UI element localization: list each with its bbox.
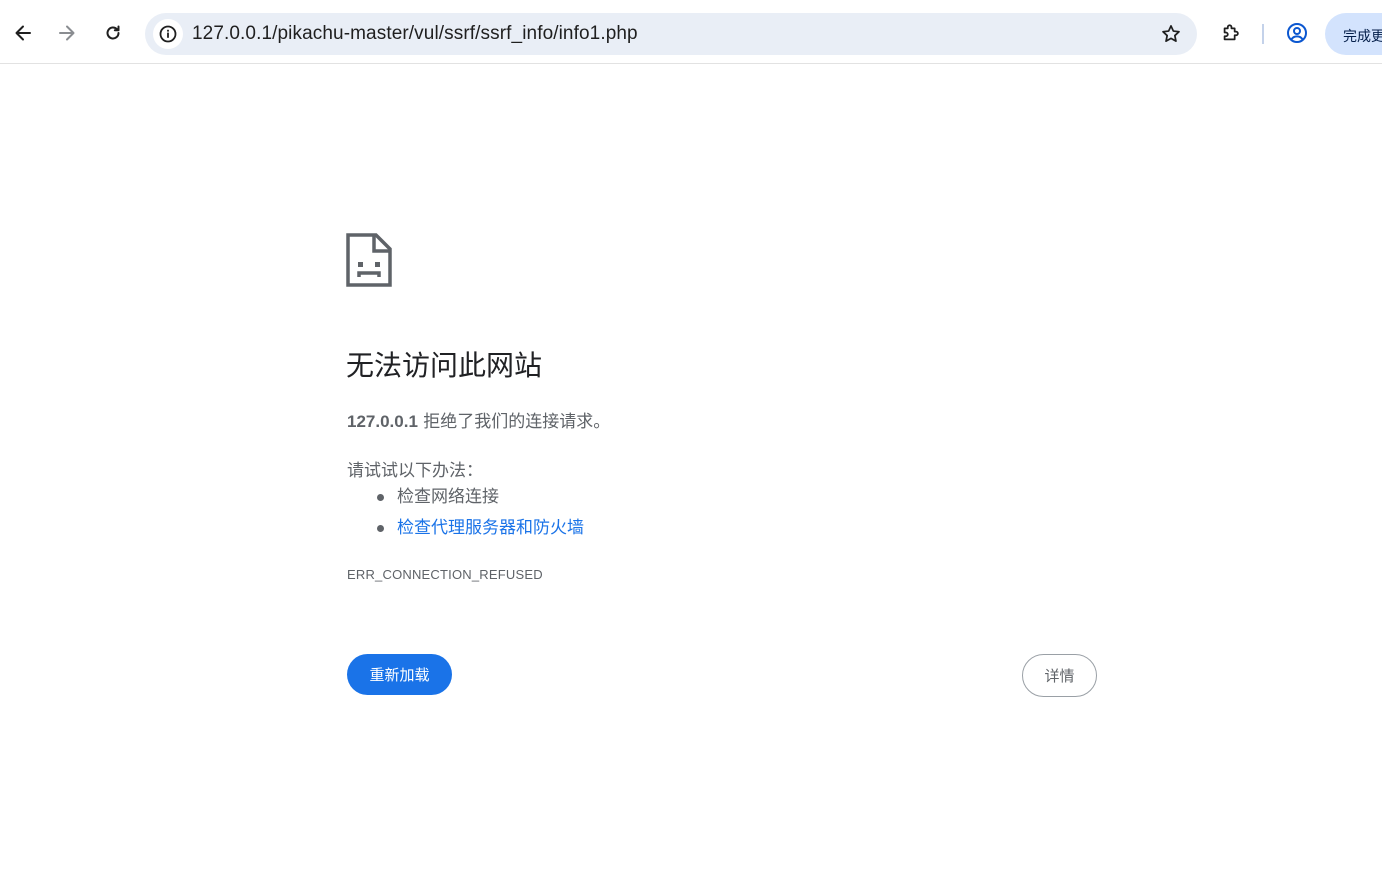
sad-page-icon	[346, 233, 392, 291]
info-icon	[159, 25, 177, 43]
suggestion-check-network: 检查网络连接	[347, 484, 584, 515]
account-circle-icon	[1287, 23, 1307, 43]
reload-page-button[interactable]: 重新加载	[347, 654, 452, 695]
error-title: 无法访问此网站	[346, 349, 543, 382]
bullet-icon	[377, 525, 384, 532]
puzzle-icon	[1223, 24, 1239, 41]
update-button[interactable]: 完成更新	[1325, 13, 1382, 55]
suggestion-check-proxy-link[interactable]: 检查代理服务器和防火墙	[347, 515, 584, 546]
back-button[interactable]	[6, 16, 40, 50]
forward-button[interactable]	[50, 16, 84, 50]
extensions-button[interactable]	[1214, 16, 1248, 50]
back-arrow-icon	[15, 25, 31, 41]
toolbar-separator	[1262, 24, 1264, 44]
reload-icon	[106, 25, 120, 40]
suggestion-link-text[interactable]: 检查代理服务器和防火墙	[397, 518, 584, 538]
error-host: 127.0.0.1	[347, 412, 418, 431]
address-bar[interactable]: 127.0.0.1/pikachu-master/vul/ssrf/ssrf_i…	[145, 13, 1197, 55]
browser-toolbar: 127.0.0.1/pikachu-master/vul/ssrf/ssrf_i…	[0, 0, 1382, 64]
error-message-text: 拒绝了我们的连接请求。	[417, 412, 611, 432]
suggestions-list: 检查网络连接 检查代理服务器和防火墙	[347, 484, 584, 546]
site-info-button[interactable]	[153, 19, 183, 49]
error-message: 127.0.0.1 拒绝了我们的连接请求。	[347, 407, 610, 432]
details-button[interactable]: 详情	[1022, 654, 1097, 697]
forward-arrow-icon	[59, 25, 75, 41]
star-icon	[1162, 25, 1180, 43]
reload-button[interactable]	[96, 16, 130, 50]
suggestion-text: 检查网络连接	[397, 487, 499, 507]
error-code: ERR_CONNECTION_REFUSED	[347, 567, 543, 582]
url-text[interactable]: 127.0.0.1/pikachu-master/vul/ssrf/ssrf_i…	[192, 23, 638, 45]
bookmark-button[interactable]	[1159, 22, 1183, 46]
suggestions-heading: 请试试以下办法：	[347, 461, 483, 481]
bullet-icon	[377, 494, 384, 501]
profile-button[interactable]	[1280, 16, 1314, 50]
